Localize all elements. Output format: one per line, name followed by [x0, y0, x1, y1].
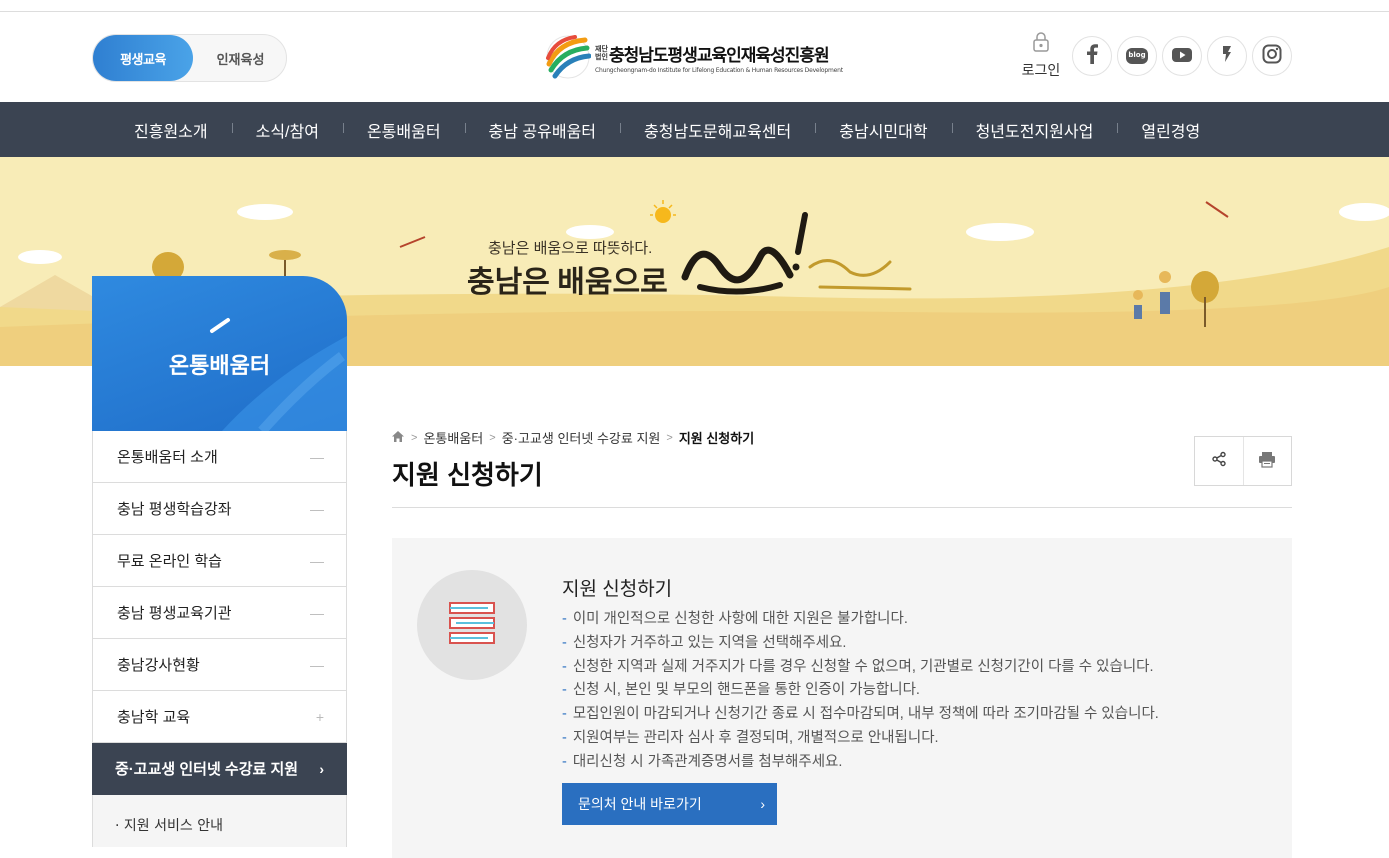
info-list-item: 신청 시, 본인 및 부모의 핸드폰을 통한 인증이 가능합니다.	[562, 679, 1159, 703]
info-list-item: 신청자가 거주하고 있는 지역을 선택해주세요.	[562, 632, 1159, 656]
banner-title: 충남은 배움으로	[467, 266, 668, 299]
breadcrumb-item[interactable]: 중·고교생 인터넷 수강료 지원	[502, 428, 661, 447]
side-menu-title: 온통배움터	[168, 353, 271, 378]
nav-item-youth-challenge[interactable]: 청년도전지원사업	[951, 118, 1118, 142]
blog-icon: blog	[1126, 48, 1148, 64]
chevron-right-icon: ›	[319, 760, 324, 777]
nav-item-citizen-college[interactable]: 충남시민대학	[815, 118, 951, 142]
side-menu-item-tuition-support[interactable]: 중·고교생 인터넷 수강료 지원 ›	[92, 743, 347, 795]
breadcrumb-separator: >	[411, 431, 418, 444]
side-menu-item-label: 충남학 교육	[117, 709, 191, 726]
facebook-link[interactable]	[1072, 36, 1112, 76]
collapse-icon: —	[310, 604, 324, 621]
side-menu-item-label: 온통배움터 소개	[117, 449, 218, 466]
top-border	[0, 0, 1389, 12]
side-menu-item-label: 충남 평생학습강좌	[117, 501, 232, 518]
logo-corporate-label: 재단법인	[595, 45, 608, 61]
side-menu-item-label: 충남 평생교육기관	[117, 605, 232, 622]
kakao-story-link[interactable]	[1207, 36, 1247, 76]
nav-item-open-management[interactable]: 열린경영	[1117, 118, 1224, 142]
info-list: 이미 개인적으로 신청한 사항에 대한 지원은 불가합니다. 신청자가 거주하고…	[562, 608, 1159, 775]
nav-item-literacy-center[interactable]: 충청남도문해교육센터	[620, 118, 815, 142]
main-navigation: 진흥원소개 소식/참여 온통배움터 충남 공유배움터 충청남도문해교육센터 충남…	[0, 102, 1389, 157]
share-button[interactable]	[1195, 437, 1243, 485]
site-logo[interactable]: 재단법인 충청남도평생교육인재육성진흥원 Chungcheongnam-do I…	[545, 32, 845, 82]
breadcrumb-separator: >	[666, 431, 673, 444]
side-menu-item-online-learning[interactable]: 무료 온라인 학습 —	[92, 535, 347, 587]
books-icon	[448, 599, 496, 651]
info-list-item: 대리신청 시 가족관계증명서를 첨부해주세요.	[562, 751, 1159, 775]
logo-mark-icon	[545, 34, 592, 80]
login-label: 로그인	[1021, 63, 1061, 79]
toggle-lifelong-education[interactable]: 평생교육	[93, 35, 193, 81]
side-submenu-item-service-guide[interactable]: · 지원 서비스 안내	[92, 795, 347, 847]
logo-name-en: Chungcheongnam-do Institute for Lifelong…	[595, 66, 843, 74]
page-title: 지원 신청하기	[392, 460, 543, 490]
side-menu-item-chungnam-studies[interactable]: 충남학 교육 +	[92, 691, 347, 743]
youtube-link[interactable]	[1162, 36, 1202, 76]
print-icon	[1258, 451, 1276, 472]
blog-link[interactable]: blog	[1117, 36, 1157, 76]
site-header: 평생교육 인재육성 재단법인 충청남도평생교육인재육성진흥원 Chungcheo…	[0, 12, 1389, 102]
toggle-talent-development[interactable]: 인재육성	[193, 35, 288, 81]
facebook-icon	[1086, 44, 1098, 68]
page-utilities	[1194, 436, 1292, 486]
info-list-item: 신청한 지역과 실제 거주지가 다를 경우 신청할 수 없으며, 기관별로 신청…	[562, 656, 1159, 680]
home-icon[interactable]	[391, 430, 405, 446]
nav-item-ontong[interactable]: 온통배움터	[342, 118, 465, 142]
side-menu: 온통배움터 소개 — 충남 평생학습강좌 — 무료 온라인 학습 — 충남 평생…	[92, 431, 347, 847]
blog-icon-label: blog	[1128, 51, 1146, 59]
breadcrumb: > 온통배움터 > 중·고교생 인터넷 수강료 지원 > 지원 신청하기	[391, 428, 754, 447]
nav-item-shared-learning[interactable]: 충남 공유배움터	[464, 118, 621, 142]
kakao-story-icon	[1221, 44, 1233, 68]
collapse-icon: —	[310, 656, 324, 673]
youtube-icon	[1172, 47, 1192, 66]
side-menu-header: 온통배움터	[92, 276, 347, 431]
title-divider	[392, 507, 1292, 508]
login-button[interactable]: 로그인	[1018, 30, 1064, 80]
nav-item-about[interactable]: 진흥원소개	[110, 118, 232, 142]
breadcrumb-current: 지원 신청하기	[678, 431, 755, 446]
nav-item-news[interactable]: 소식/참여	[231, 118, 343, 142]
contact-info-button-label: 문의처 안내 바로가기	[578, 796, 702, 812]
lock-icon	[1031, 32, 1051, 58]
logo-name: 충청남도평생교육인재육성진흥원	[609, 45, 830, 65]
info-list-item: 지원여부는 관리자 심사 후 결정되며, 개별적으로 안내됩니다.	[562, 727, 1159, 751]
side-menu-item-lectures[interactable]: 충남 평생학습강좌 —	[92, 483, 347, 535]
info-list-item: 모집인원이 마감되거나 신청기간 종료 시 접수마감되며, 내부 정책에 따라 …	[562, 703, 1159, 727]
print-button[interactable]	[1242, 437, 1291, 485]
site-toggle: 평생교육 인재육성	[92, 34, 287, 82]
chevron-right-icon: ›	[760, 796, 765, 812]
breadcrumb-separator: >	[489, 431, 496, 444]
side-menu-item-intro[interactable]: 온통배움터 소개 —	[92, 431, 347, 483]
instagram-icon	[1262, 44, 1282, 68]
application-info-box: 지원 신청하기 이미 개인적으로 신청한 사항에 대한 지원은 불가합니다. 신…	[392, 538, 1292, 858]
side-menu-item-instructors[interactable]: 충남강사현황 —	[92, 639, 347, 691]
expand-icon: +	[315, 708, 324, 725]
collapse-icon: —	[310, 500, 324, 517]
side-menu-item-institutions[interactable]: 충남 평생교육기관 —	[92, 587, 347, 639]
share-icon	[1211, 451, 1227, 471]
collapse-icon: —	[310, 552, 324, 569]
info-illustration	[417, 570, 527, 680]
side-menu-item-label: 무료 온라인 학습	[117, 553, 222, 570]
side-menu-item-label: 중·고교생 인터넷 수강료 지원	[115, 761, 299, 778]
contact-info-button[interactable]: 문의처 안내 바로가기 ›	[562, 783, 777, 825]
collapse-icon: —	[310, 448, 324, 465]
side-menu-item-label: 충남강사현황	[117, 657, 200, 674]
instagram-link[interactable]	[1252, 36, 1292, 76]
info-list-item: 이미 개인적으로 신청한 사항에 대한 지원은 불가합니다.	[562, 608, 1159, 632]
info-title: 지원 신청하기	[562, 579, 673, 600]
breadcrumb-item[interactable]: 온통배움터	[423, 428, 483, 447]
banner-subtitle: 충남은 배움으로 따뜻하다.	[488, 240, 653, 257]
